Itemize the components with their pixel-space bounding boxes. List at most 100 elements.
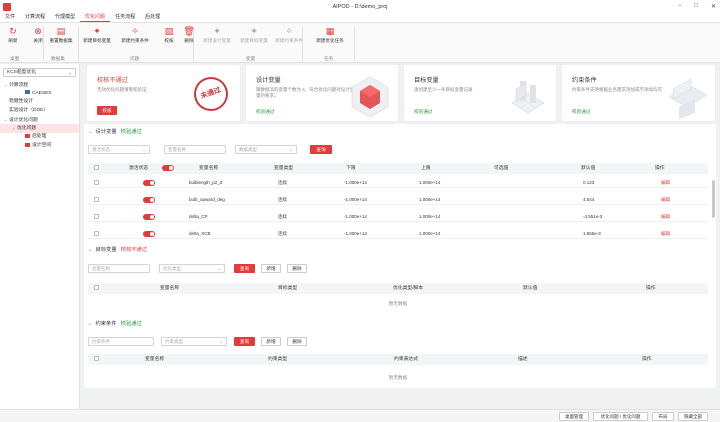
header-toggle[interactable] (162, 164, 174, 171)
cell: 1.000e+14 (419, 214, 441, 219)
col-header: 约束类型 (268, 357, 288, 362)
edit-link[interactable]: 编辑 (661, 194, 670, 205)
minimize-button[interactable]: − (678, 3, 682, 10)
col-header: 默认值 (581, 166, 596, 171)
node-icon (25, 133, 30, 138)
select-all-checkbox[interactable] (94, 165, 99, 171)
menu-item[interactable]: 优化问题 (80, 13, 111, 22)
edit-link[interactable]: 编辑 (661, 228, 670, 239)
select-all-checkbox[interactable] (94, 285, 99, 291)
filter-placeholder: 变量名称 (168, 147, 186, 152)
design-table-header: 激活状态 变量名称 变量类型 下限 上限 可选值 默认值 操作 (88, 163, 708, 174)
add-button[interactable]: 新增 (261, 337, 281, 346)
active-toggle[interactable] (143, 179, 155, 186)
ribbon-button[interactable]: ✦ 新建目标变量 (80, 26, 114, 44)
ribbon-icon: ✦ (250, 26, 258, 36)
row-checkbox[interactable] (94, 180, 99, 186)
table-row[interactable]: bulb_upward_deg 连续 -1.000e+14 1.000e+14 4.54… (88, 194, 708, 205)
cell: delta_CP (189, 214, 208, 219)
ribbon-label: 刷新 (8, 38, 18, 43)
table-scrollbar[interactable] (712, 180, 715, 218)
row-checkbox[interactable] (94, 231, 99, 237)
col-header: 激活状态 (129, 166, 149, 171)
card-status: 校验通过 (572, 109, 591, 114)
query-button[interactable]: 查询 (310, 145, 332, 154)
tree-item[interactable]: 稳健性设计 (0, 98, 79, 107)
tree-item[interactable]: ⌄ 优化问题 (0, 124, 79, 134)
desktop-manage-button[interactable]: 桌面管理 (559, 412, 589, 421)
ribbon-divider (78, 27, 79, 61)
project-dropdown[interactable]: KCS船型优化 ⌄ (3, 68, 76, 77)
cell: bulb_upward_deg (189, 197, 225, 202)
ribbon-button[interactable]: ✦ 新建目标变量 (237, 26, 271, 44)
ribbon-button[interactable]: ▦ 新建优化任务 (313, 26, 347, 44)
empty-state: 暂无数据 (388, 375, 408, 380)
project-dropdown-value: KCS船型优化 (7, 70, 37, 75)
delete-button[interactable]: 删除 (287, 264, 307, 273)
tree-item[interactable]: CAESES (0, 90, 79, 99)
cell: -1.000e+14 (344, 180, 367, 185)
chevron-down-icon: ⌄ (88, 321, 93, 327)
check-button[interactable]: 校核 (97, 106, 117, 115)
delete-button[interactable]: 删除 (287, 337, 307, 346)
row-checkbox[interactable] (94, 197, 99, 203)
add-button[interactable]: 新增 (261, 264, 281, 273)
section-header[interactable]: ⌄ 约束条件 校验通过 (88, 319, 142, 327)
menu-item[interactable]: 后处理 (140, 13, 165, 22)
group-label-task: 任务 (324, 56, 334, 61)
menu-item[interactable]: 代理模型 (50, 13, 80, 22)
section-header[interactable]: ⌄ 目标变量 校核不通过 (88, 245, 147, 253)
ribbon-icon: ✦ (93, 26, 101, 36)
col-header: 目标类型 (278, 286, 298, 291)
constraint-filter[interactable]: 约束条件 (88, 337, 154, 346)
isometric-illustration (351, 76, 389, 118)
table-row[interactable]: bulblength_p2_Z 连续 -1.000e+14 1.000e+14 0.12… (88, 177, 708, 188)
cell: -1.000e+14 (344, 214, 367, 219)
ribbon-button[interactable]: ✦ 新建设计变量 (200, 26, 234, 44)
tree-item-label: 后处理 (32, 134, 47, 140)
variable-name-filter[interactable]: 变量名称 (88, 264, 150, 273)
tree-item-label: 设计优化问题 (9, 117, 38, 123)
menu-item[interactable]: 计算流程 (20, 13, 50, 22)
active-state-filter[interactable]: 激活状态 ⌄ (88, 145, 150, 154)
data-type-filter[interactable]: 数据类型 ⌄ (235, 145, 297, 154)
tree-item[interactable]: 实验设计（DOE） (0, 107, 79, 116)
active-toggle[interactable] (143, 213, 155, 220)
maximize-button[interactable]: □ (694, 3, 698, 10)
table-row[interactable]: delta_XCB 连续 -1.000e+14 1.000e+14 1.655e-3 编辑 (88, 228, 708, 239)
close-window-button[interactable]: ✕ (711, 3, 716, 10)
node-icon (25, 142, 30, 147)
menu-item[interactable]: 任务流程 (110, 13, 140, 22)
query-button[interactable]: 查询 (234, 264, 255, 273)
group-label-variable: 变量 (246, 56, 256, 61)
row-checkbox[interactable] (94, 214, 99, 220)
col-header: 变量名称 (145, 357, 165, 362)
section-header[interactable]: ⌄ 设计变量 校验通过 (88, 127, 142, 135)
chevron-down-icon: ⌄ (88, 247, 93, 253)
ribbon-button[interactable]: ✧ 新建约束条件 (118, 26, 152, 44)
hide-all-button[interactable]: 隐藏全部 (678, 412, 708, 421)
card-status: 校验通过 (256, 109, 275, 114)
layout-dropdown[interactable]: 布局 (652, 412, 674, 421)
ribbon-button[interactable]: ▤ 重置数据集 (44, 26, 78, 44)
ribbon-button[interactable]: ✧ 新建约束条件 (272, 26, 306, 44)
cell: 4.544 (583, 197, 595, 202)
menu-item[interactable]: 文件 (0, 13, 20, 22)
col-header: 上限 (421, 166, 431, 171)
col-header: 约束表达式 (394, 357, 418, 362)
active-toggle[interactable] (143, 230, 155, 237)
edit-link[interactable]: 编辑 (661, 177, 670, 188)
query-button[interactable]: 查询 (234, 337, 255, 346)
select-all-checkbox[interactable] (94, 356, 99, 362)
variable-name-filter[interactable]: 变量名称 (164, 145, 226, 154)
table-row[interactable]: delta_CP 连续 -1.000e+14 1.000e+14 -4.551e-3 编辑 (88, 211, 708, 222)
constraint-type-filter[interactable]: 约束类型 ⌄ (161, 337, 227, 346)
opt-type-filter[interactable]: 优化类型 ⌄ (159, 264, 225, 273)
tree-item[interactable]: ⌄ 计算流程 (0, 81, 79, 90)
breadcrumb-dropdown[interactable]: 优化问题 / 优化问题 (593, 412, 648, 421)
active-toggle[interactable] (143, 196, 155, 203)
tree-item[interactable]: ⌄ 设计优化问题 (0, 116, 79, 125)
tree-item[interactable]: 设计空间 (0, 142, 79, 151)
edit-link[interactable]: 编辑 (661, 211, 670, 222)
tree-item[interactable]: 后处理 (0, 133, 79, 142)
